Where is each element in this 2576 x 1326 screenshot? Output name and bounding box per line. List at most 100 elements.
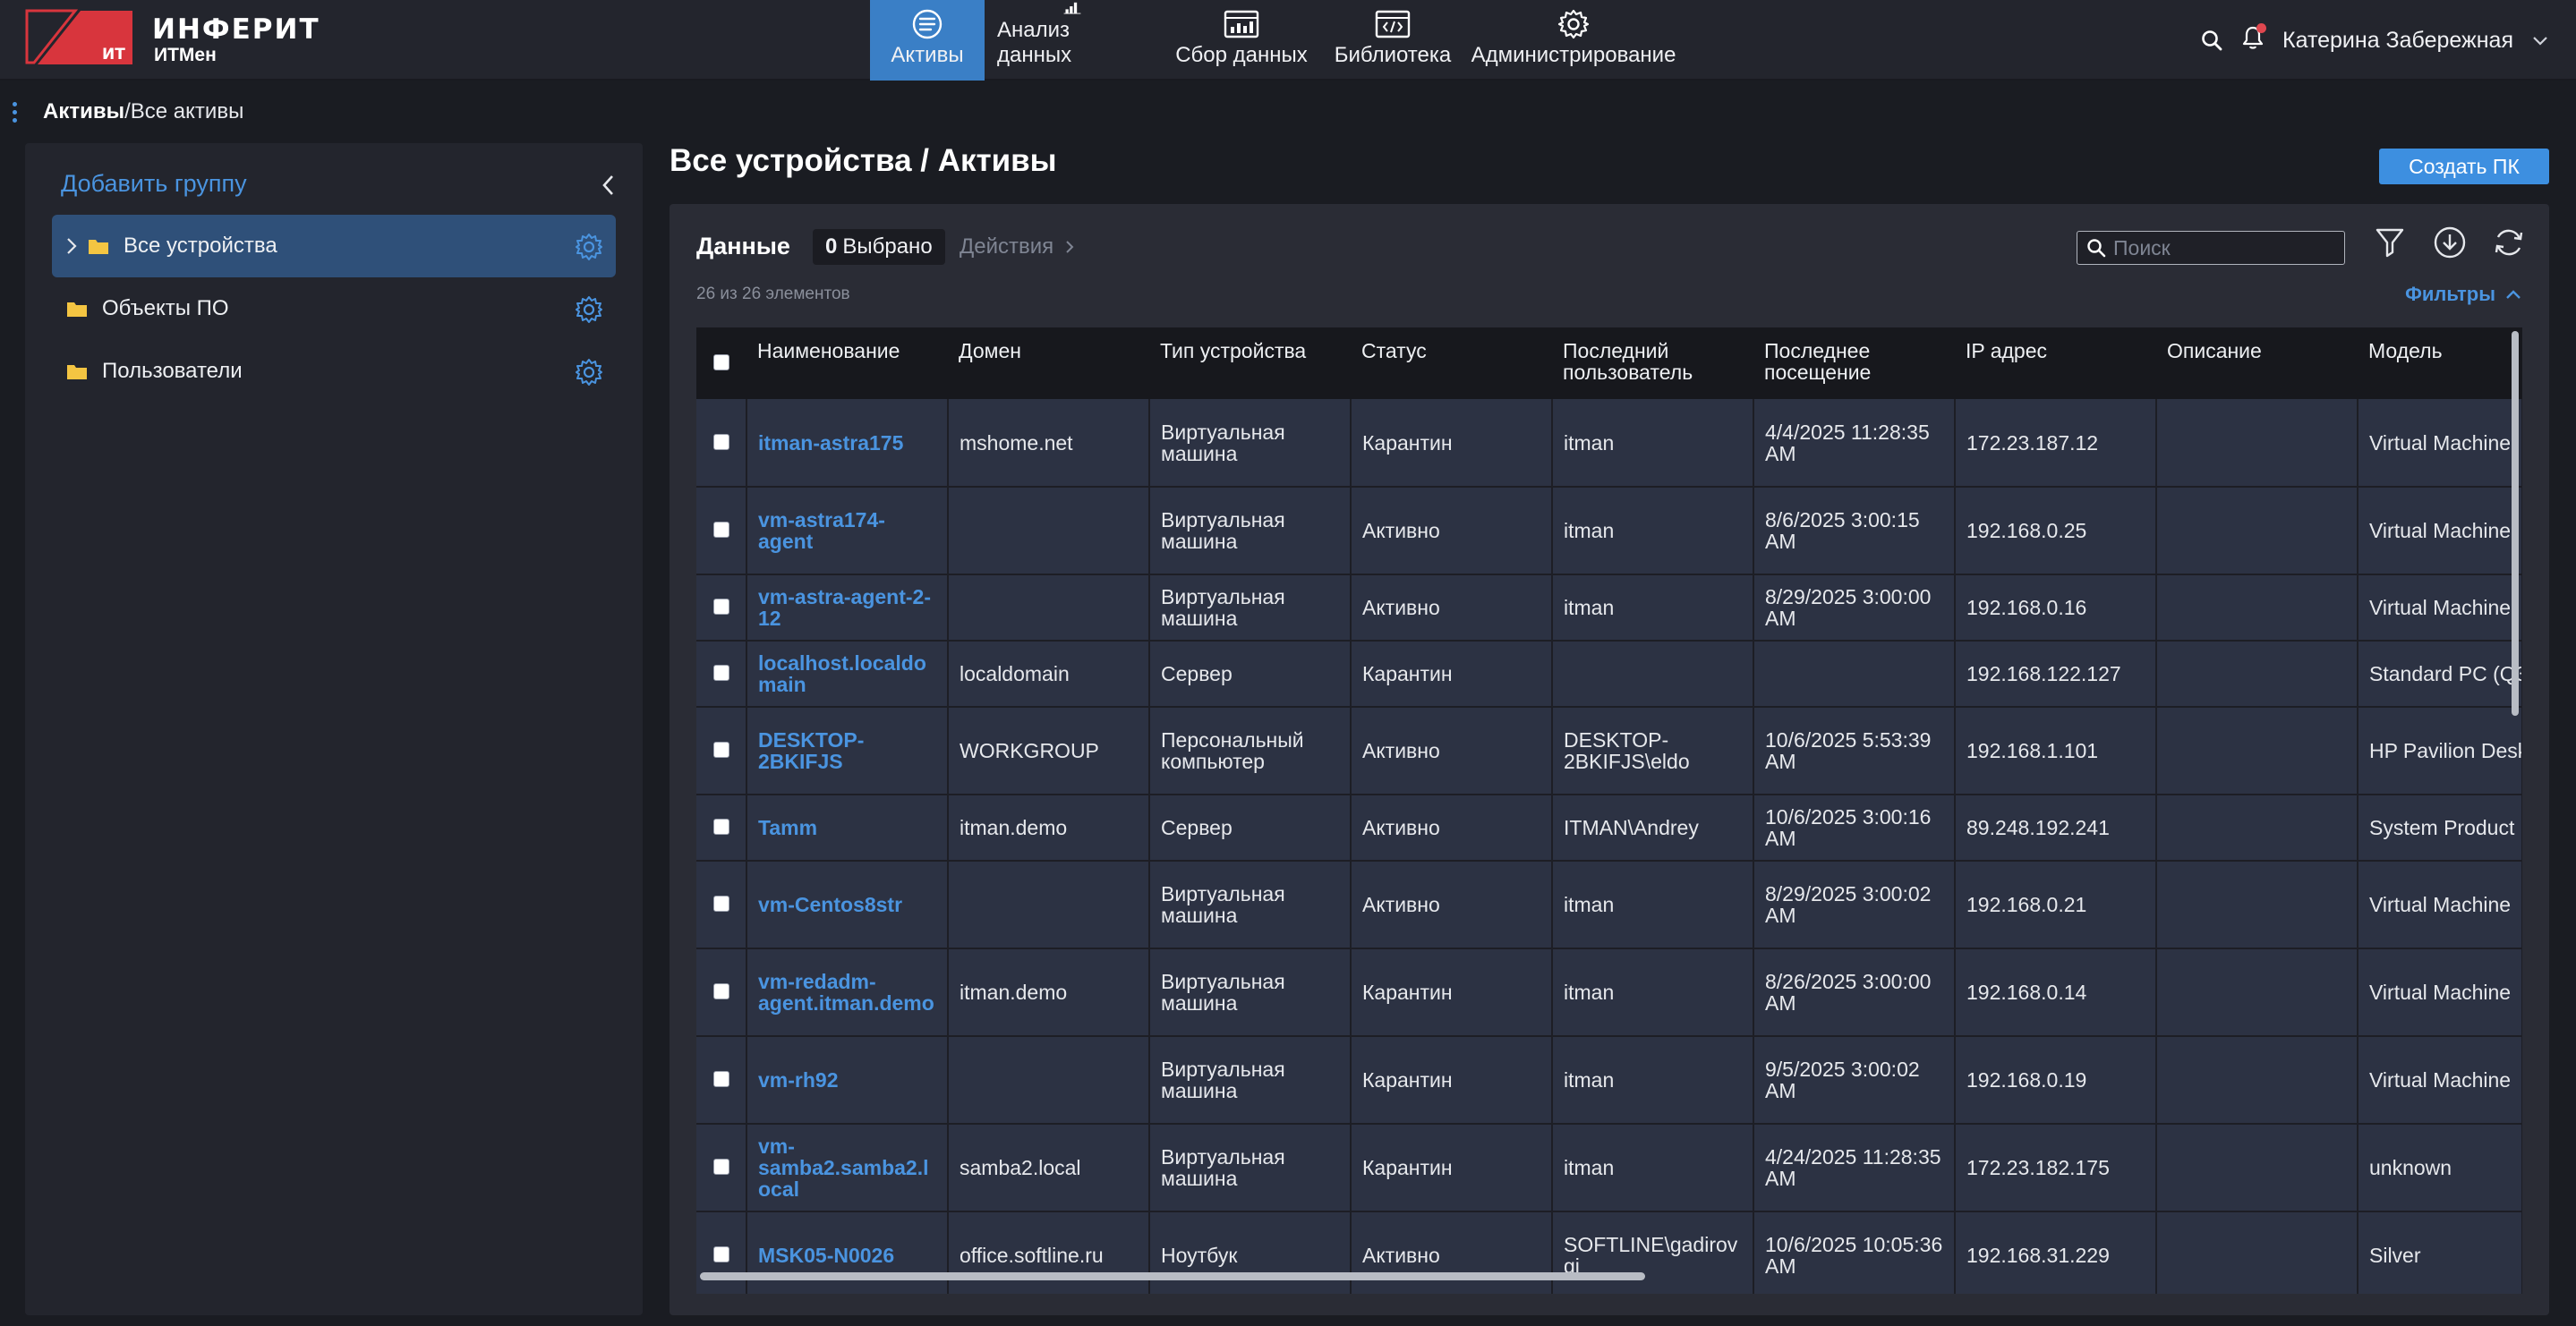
table-row[interactable]: itman-astra175 mshome.net Виртуальная маши… xyxy=(696,399,2522,488)
search-input[interactable] xyxy=(2113,235,2328,260)
cell-domain xyxy=(948,574,1150,642)
actions-menu[interactable]: Действия xyxy=(960,234,1075,259)
nav-data-collection[interactable]: Сбор данных xyxy=(1160,0,1323,81)
cell-ip: 192.168.31.229 xyxy=(1955,1211,2157,1294)
tree-item-software[interactable]: Объекты ПО xyxy=(52,277,616,340)
add-group-link[interactable]: Добавить группу xyxy=(61,170,247,198)
cell-name[interactable]: localhost.localdomain xyxy=(746,641,949,708)
row-checkbox[interactable] xyxy=(712,819,729,835)
column-header-model[interactable]: Модель xyxy=(2358,327,2522,399)
nav-administration[interactable]: Администрирование xyxy=(1463,0,1685,81)
nav-library[interactable]: Библиотека xyxy=(1323,0,1463,81)
chevron-down-icon[interactable] xyxy=(2531,34,2549,47)
row-checkbox[interactable] xyxy=(712,1159,729,1175)
cell-status: Активно xyxy=(1351,574,1553,642)
row-checkbox[interactable] xyxy=(712,983,729,999)
column-header-last-user[interactable]: Последний пользователь xyxy=(1552,327,1753,399)
table-row[interactable]: MSK05-N0026 office.softline.ru Ноутбук Акти… xyxy=(696,1211,2522,1294)
nav-analytics-label: Анализ данных xyxy=(997,18,1072,67)
nav-assets[interactable]: Активы xyxy=(870,0,985,81)
cell-name[interactable]: vm-samba2.samba2.local xyxy=(746,1124,949,1212)
collapse-panel-icon[interactable] xyxy=(600,174,618,197)
row-select-cell xyxy=(696,861,747,949)
row-checkbox[interactable] xyxy=(712,742,729,758)
row-checkbox[interactable] xyxy=(712,522,729,538)
chevron-right-icon[interactable] xyxy=(64,235,79,257)
table-row[interactable]: vm-astra174-agent Виртуальная машина Актив… xyxy=(696,487,2522,575)
cell-last-seen: 8/26/2025 3:00:00 AM xyxy=(1753,948,1956,1037)
cell-domain: samba2.local xyxy=(948,1124,1150,1212)
cell-last-seen: 8/29/2025 3:00:02 AM xyxy=(1753,861,1956,949)
cell-model: Virtual Machine xyxy=(2358,487,2522,575)
cell-model: Virtual Machine xyxy=(2358,1036,2522,1125)
user-name[interactable]: Катерина Забережная xyxy=(2282,28,2513,54)
row-select-cell xyxy=(696,795,747,862)
cell-name[interactable]: vm-rh92 xyxy=(746,1036,949,1125)
select-all-cell xyxy=(696,327,746,399)
table-row[interactable]: vm-rh92 Виртуальная машина Карантин itman 9/… xyxy=(696,1036,2522,1125)
row-checkbox[interactable] xyxy=(712,1246,729,1262)
cell-last-seen: 4/4/2025 11:28:35 AM xyxy=(1753,399,1956,488)
cell-model: unknown xyxy=(2358,1124,2522,1212)
tree-item-all-devices[interactable]: Все устройства xyxy=(52,215,616,277)
cell-name[interactable]: vm-redadm-agent.itman.demo xyxy=(746,948,949,1037)
cell-name[interactable]: Tamm xyxy=(746,795,949,862)
row-checkbox[interactable] xyxy=(712,896,729,912)
search-field[interactable] xyxy=(2077,231,2345,265)
group-settings-icon[interactable] xyxy=(575,295,603,324)
cell-domain: localdomain xyxy=(948,641,1150,708)
select-all-checkbox[interactable] xyxy=(713,354,729,370)
column-header-status[interactable]: Статус xyxy=(1351,327,1552,399)
column-header-ip[interactable]: IP адрес xyxy=(1955,327,2156,399)
cell-name[interactable]: DESKTOP-2BKIFJS xyxy=(746,707,949,795)
table-row[interactable]: localhost.localdomain localdomain Сервер Ка… xyxy=(696,641,2522,708)
table-row[interactable]: vm-Centos8str Виртуальная машина Активно it… xyxy=(696,861,2522,949)
table-row[interactable]: Tamm itman.demo Сервер Активно ITMAN\Andrey 1… xyxy=(696,795,2522,862)
create-pc-button[interactable]: Создать ПК xyxy=(2379,149,2549,184)
group-settings-icon[interactable] xyxy=(575,358,603,387)
cell-description xyxy=(2156,1124,2358,1212)
cell-name[interactable]: vm-astra-agent-2-12 xyxy=(746,574,949,642)
row-select-cell xyxy=(696,1211,747,1294)
cell-name[interactable]: itman-astra175 xyxy=(746,399,949,488)
nav-analytics[interactable]: Анализ данных xyxy=(985,0,1160,81)
kebab-menu-icon[interactable] xyxy=(11,101,18,123)
row-select-cell xyxy=(696,948,747,1037)
row-checkbox[interactable] xyxy=(712,665,729,681)
cell-name[interactable]: vm-astra174-agent xyxy=(746,487,949,575)
row-checkbox[interactable] xyxy=(712,1071,729,1087)
cell-type: Сервер xyxy=(1149,795,1352,862)
cell-description xyxy=(2156,1211,2358,1294)
horizontal-scrollbar[interactable] xyxy=(700,1272,1645,1280)
row-select-cell xyxy=(696,1036,747,1125)
table-row[interactable]: vm-redadm-agent.itman.demo itman.demo Вирт… xyxy=(696,948,2522,1037)
row-checkbox[interactable] xyxy=(712,599,729,615)
column-header-domain[interactable]: Домен xyxy=(948,327,1149,399)
search-icon[interactable] xyxy=(2200,29,2223,52)
vertical-scrollbar[interactable] xyxy=(2512,331,2519,716)
row-checkbox[interactable] xyxy=(712,433,729,450)
column-header-type[interactable]: Тип устройства xyxy=(1149,327,1351,399)
filters-toggle[interactable]: Фильтры xyxy=(2405,283,2522,306)
tree-item-users[interactable]: Пользователи xyxy=(52,340,616,403)
column-header-last-seen[interactable]: Последнее посещение xyxy=(1753,327,1955,399)
cell-last-seen: 10/6/2025 5:53:39 AM xyxy=(1753,707,1956,795)
table-row[interactable]: vm-samba2.samba2.local samba2.local Виртуа… xyxy=(696,1124,2522,1212)
download-icon[interactable] xyxy=(2433,225,2467,259)
cell-name[interactable]: vm-Centos8str xyxy=(746,861,949,949)
brand-logo[interactable]: ИТ xyxy=(25,9,134,66)
group-settings-icon[interactable] xyxy=(575,233,603,261)
notifications-button[interactable] xyxy=(2241,22,2267,56)
top-right-controls: Катерина Забережная xyxy=(2200,0,2549,81)
column-header-name[interactable]: Наименование xyxy=(746,327,948,399)
row-select-cell xyxy=(696,1124,747,1212)
data-collection-icon xyxy=(1224,10,1259,38)
breadcrumb-root[interactable]: Активы xyxy=(43,99,124,123)
refresh-icon[interactable] xyxy=(2492,225,2526,259)
cell-domain: WORKGROUP xyxy=(948,707,1150,795)
cell-name[interactable]: MSK05-N0026 xyxy=(746,1211,949,1294)
column-header-description[interactable]: Описание xyxy=(2156,327,2358,399)
table-row[interactable]: vm-astra-agent-2-12 Виртуальная машина Акт… xyxy=(696,574,2522,642)
filter-icon[interactable] xyxy=(2374,225,2406,259)
table-row[interactable]: DESKTOP-2BKIFJS WORKGROUP Персональный ком… xyxy=(696,707,2522,795)
